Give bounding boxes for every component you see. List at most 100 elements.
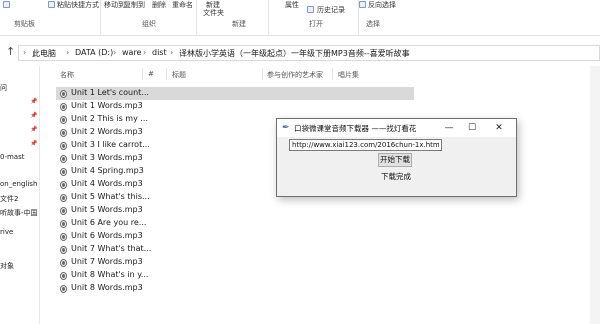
delete-button[interactable]: 删除 — [152, 0, 166, 10]
audio-file-icon — [60, 220, 67, 228]
audio-file-icon — [60, 155, 67, 163]
history-icon — [307, 6, 314, 13]
downloader-dialog: ✒ 口袋微课堂音频下载器 ——找灯看花 — ☐ ✕ 开始下载 下载完成 — [276, 118, 517, 197]
audio-file-icon — [60, 168, 67, 176]
chevron-right-icon: › — [143, 48, 147, 57]
ribbon: 粘贴快捷方式 剪贴板 移动到 复制到 删除 重命名 组织 新建 文件夹 新建 属… — [0, 0, 600, 36]
pin-icon: 📌 — [30, 140, 38, 147]
file-name: Unit 3 I like carrot... — [71, 140, 150, 149]
file-row[interactable]: Unit 1 Let's count... — [56, 87, 414, 100]
group-separator — [196, 0, 197, 34]
download-status: 下载完成 — [381, 172, 411, 181]
column-separator[interactable] — [332, 68, 333, 80]
nav-item[interactable]: 0-mast — [0, 153, 24, 161]
group-open: 打开 — [309, 20, 323, 28]
file-name: Unit 7 What's that... — [71, 244, 152, 253]
file-name: Unit 6 Words.mp3 — [71, 231, 143, 240]
column-header-album[interactable]: 唱片集 — [338, 70, 359, 80]
url-input[interactable] — [289, 139, 442, 151]
minimize-button[interactable]: — — [441, 121, 457, 135]
breadcrumb-ware[interactable]: ware — [122, 48, 141, 57]
file-name: Unit 3 Words.mp3 — [71, 153, 143, 162]
file-name: Unit 6 Are you re... — [71, 218, 147, 227]
chevron-right-icon: › — [23, 48, 27, 57]
file-name: Unit 7 Words.mp3 — [71, 257, 143, 266]
vertical-scrollbar[interactable] — [590, 66, 600, 324]
properties-button[interactable]: 属性 — [285, 0, 299, 10]
group-new: 新建 — [232, 20, 246, 28]
nav-item[interactable]: 文件2 — [0, 194, 18, 204]
file-row[interactable]: Unit 7 What's that... — [56, 243, 414, 256]
nav-item[interactable]: 对象 — [0, 261, 14, 271]
file-name: Unit 2 Words.mp3 — [71, 127, 143, 136]
audio-file-icon — [60, 129, 67, 137]
invert-select-icon — [359, 1, 366, 8]
file-name: Unit 8 What's in y... — [71, 270, 149, 279]
audio-file-icon — [60, 272, 67, 280]
file-name: Unit 8 Words.mp3 — [71, 283, 143, 292]
pin-icon: 📌 — [30, 126, 38, 133]
history-button[interactable]: 历史记录 — [317, 5, 345, 15]
audio-file-icon — [60, 142, 67, 150]
audio-file-icon — [60, 194, 67, 202]
chevron-right-icon: › — [170, 48, 174, 57]
dialog-titlebar[interactable]: ✒ 口袋微课堂音频下载器 ——找灯看花 — ☐ ✕ — [277, 119, 516, 137]
file-row[interactable]: Unit 8 What's in y... — [56, 269, 414, 282]
column-header-title[interactable]: 标题 — [172, 70, 186, 80]
up-arrow-icon[interactable]: ↑ — [6, 45, 15, 58]
file-name: Unit 4 Spring.mp3 — [71, 166, 144, 175]
audio-file-icon — [60, 233, 67, 241]
dialog-title: 口袋微课堂音频下载器 ——找灯看花 — [294, 124, 417, 133]
nav-item[interactable]: on_english — [0, 180, 37, 188]
column-header-number[interactable]: # — [148, 70, 154, 78]
breadcrumb-folder[interactable]: 译林版小学英语（一年级起点）一年级下册MP3音频--喜爱听故事 — [179, 48, 410, 59]
start-download-button[interactable]: 开始下载 — [378, 153, 412, 167]
group-select: 选择 — [366, 20, 380, 28]
file-name: Unit 1 Let's count... — [71, 88, 149, 97]
feather-icon: ✒ — [282, 123, 290, 133]
invert-select-button[interactable]: 反向选择 — [368, 0, 396, 10]
breadcrumb-dist[interactable]: dist — [152, 48, 167, 57]
address-bar[interactable]: › 此电脑 › DATA (D:) › ware › dist › 译林版小学英… — [18, 45, 600, 61]
copy-to-button[interactable]: 复制到 — [124, 0, 145, 10]
column-separator[interactable] — [262, 68, 263, 80]
maximize-button[interactable]: ☐ — [464, 121, 480, 135]
nav-item[interactable]: 听故事-中国 — [0, 208, 38, 218]
paste-shortcut-button[interactable]: 粘贴快捷方式 — [57, 0, 99, 10]
close-button[interactable]: ✕ — [491, 121, 507, 135]
column-separator[interactable] — [166, 68, 167, 80]
file-row[interactable]: Unit 6 Words.mp3 — [56, 230, 414, 243]
new-folder-label: 文件夹 — [203, 9, 224, 17]
address-row: ↑ › 此电脑 › DATA (D:) › ware › dist › 译林版小… — [0, 44, 600, 62]
file-name: Unit 5 Words.mp3 — [71, 205, 143, 214]
file-row[interactable]: Unit 8 Words.mp3 — [56, 282, 414, 295]
chevron-right-icon: › — [113, 48, 117, 57]
audio-file-icon — [60, 90, 67, 98]
clipboard-icon — [3, 1, 10, 8]
group-separator — [268, 0, 269, 34]
rename-button[interactable]: 重命名 — [172, 0, 193, 10]
nav-item[interactable]: 问 — [0, 83, 7, 93]
file-row[interactable]: Unit 5 Words.mp3 — [56, 204, 414, 217]
column-header-name[interactable]: 名称 — [60, 70, 74, 80]
audio-file-icon — [60, 259, 67, 267]
breadcrumb-this-pc[interactable]: 此电脑 — [32, 48, 56, 59]
breadcrumb-data-drive[interactable]: DATA (D:) — [75, 48, 113, 57]
group-organize: 组织 — [142, 20, 156, 28]
file-row[interactable]: Unit 6 Are you re... — [56, 217, 414, 230]
file-row[interactable]: Unit 7 Words.mp3 — [56, 256, 414, 269]
navigation-pane: 问 📌 📌 📌 📌 0-mast on_english 文件2 听故事-中国 r… — [0, 66, 40, 324]
file-name: Unit 4 Words.mp3 — [71, 179, 143, 188]
audio-file-icon — [60, 116, 67, 124]
column-separator[interactable] — [142, 68, 143, 80]
group-clipboard: 剪贴板 — [14, 20, 35, 28]
move-to-button[interactable]: 移动到 — [104, 0, 125, 10]
column-header-artist[interactable]: 参与创作的艺术家 — [267, 70, 323, 80]
file-row[interactable]: Unit 1 Words.mp3 — [56, 100, 414, 113]
audio-file-icon — [60, 285, 67, 293]
nav-item[interactable]: rive — [0, 228, 13, 236]
pin-icon: 📌 — [30, 98, 38, 105]
pin-icon: 📌 — [30, 112, 38, 119]
group-separator — [100, 0, 101, 34]
chevron-right-icon: › — [66, 48, 70, 57]
